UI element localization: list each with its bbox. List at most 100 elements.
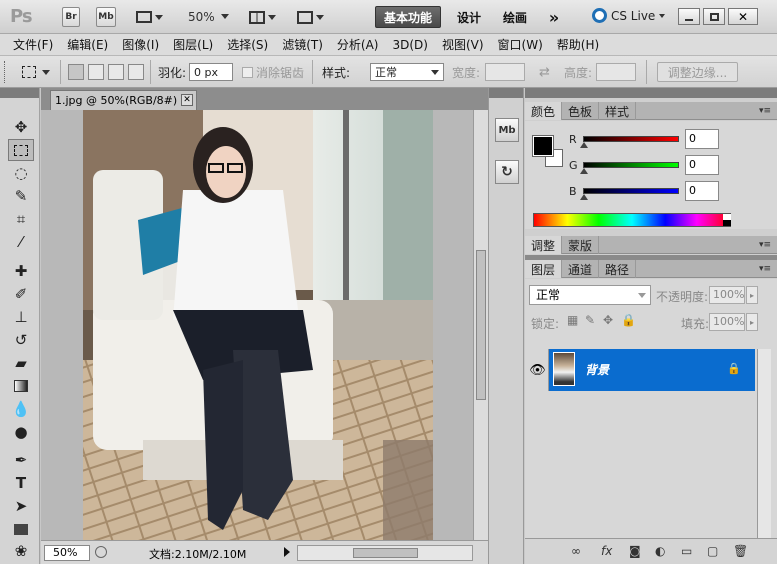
dock-header[interactable] <box>489 88 523 98</box>
tab-color[interactable]: 颜色 <box>525 102 563 120</box>
lock-transparent-icon[interactable]: ▦ <box>567 313 578 327</box>
path-selection-tool-icon[interactable]: ➤ <box>8 495 34 517</box>
antialias-checkbox[interactable]: 消除锯齿 <box>242 56 304 88</box>
clone-stamp-tool-icon[interactable]: ⊥ <box>8 306 34 328</box>
horizontal-scrollbar[interactable] <box>297 545 473 561</box>
tab-masks[interactable]: 蒙版 <box>562 236 600 254</box>
maximize-button[interactable] <box>703 8 725 25</box>
eyedropper-tool-icon[interactable]: ⁄ <box>8 231 34 253</box>
mini-bridge-panel-button[interactable]: Mb <box>495 118 519 142</box>
close-button[interactable]: ✕ <box>728 8 758 25</box>
fill-input[interactable]: 100% <box>709 313 745 331</box>
intersect-selection-icon[interactable] <box>128 64 144 80</box>
menu-filter[interactable]: 滤镜(T) <box>282 36 323 53</box>
eye-visibility-icon[interactable]: 👁 <box>527 349 549 391</box>
tab-adjustments[interactable]: 调整 <box>525 236 563 254</box>
swap-dimensions-icon[interactable]: ⇄ <box>539 56 550 88</box>
red-input[interactable]: 0 <box>685 129 719 149</box>
feather-input[interactable]: 0 px <box>189 63 233 81</box>
black-white-ramp[interactable] <box>723 213 731 227</box>
eraser-tool-icon[interactable]: ▰ <box>8 352 34 374</box>
spot-healing-tool-icon[interactable]: ✚ <box>8 260 34 282</box>
red-slider[interactable] <box>583 136 679 142</box>
subtract-from-selection-icon[interactable] <box>108 64 124 80</box>
canvas-area[interactable] <box>41 110 473 540</box>
minimize-button[interactable] <box>678 8 700 25</box>
menu-3d[interactable]: 3D(D) <box>392 38 427 52</box>
bridge-button[interactable]: Br <box>62 7 80 27</box>
workspace-essentials-button[interactable]: 基本功能 <box>375 6 441 28</box>
quick-selection-tool-icon[interactable]: ✎ <box>8 185 34 207</box>
tab-layers[interactable]: 图层 <box>525 260 563 278</box>
menu-view[interactable]: 视图(V) <box>442 36 484 53</box>
selected-layer[interactable]: 背景 🔒 <box>549 349 755 391</box>
lasso-tool-icon[interactable]: ◌ <box>8 162 34 184</box>
gradient-tool-icon[interactable] <box>8 375 34 397</box>
color-spectrum-ramp[interactable] <box>533 213 731 227</box>
menu-analysis[interactable]: 分析(A) <box>337 36 379 53</box>
history-brush-tool-icon[interactable]: ↺ <box>8 329 34 351</box>
zoom-field[interactable]: 50% <box>44 545 90 561</box>
fill-dropdown-icon[interactable]: ▸ <box>746 313 758 331</box>
tab-channels[interactable]: 通道 <box>562 260 600 278</box>
view-extras-button[interactable] <box>132 7 166 27</box>
menu-select[interactable]: 选择(S) <box>227 36 268 53</box>
panel-menu-icon[interactable]: ▾≡ <box>759 264 771 274</box>
3d-rotate-tool-icon[interactable]: ❀ <box>8 540 34 562</box>
layers-scrollbar[interactable] <box>757 349 771 561</box>
blue-slider[interactable] <box>583 188 679 194</box>
opacity-dropdown-icon[interactable]: ▸ <box>746 286 758 304</box>
cs-live-menu[interactable]: CS Live <box>592 8 666 23</box>
layer-style-icon[interactable]: fx <box>601 544 612 558</box>
lock-all-icon[interactable]: 🔒 <box>621 313 636 327</box>
workspace-design-button[interactable]: 设计 <box>452 6 486 28</box>
green-slider-handle[interactable] <box>580 168 588 174</box>
menu-image[interactable]: 图像(I) <box>122 36 159 53</box>
tab-paths[interactable]: 路径 <box>599 260 637 278</box>
blur-tool-icon[interactable]: 💧 <box>8 398 34 420</box>
height-input[interactable] <box>596 63 636 81</box>
type-tool-icon[interactable]: T <box>8 472 34 494</box>
green-slider[interactable] <box>583 162 679 168</box>
workspace-painting-button[interactable]: 绘画 <box>498 6 532 28</box>
link-layers-icon[interactable]: ∞ <box>571 544 581 558</box>
menu-window[interactable]: 窗口(W) <box>498 36 543 53</box>
panel-dock-header[interactable] <box>525 88 777 98</box>
new-selection-icon[interactable] <box>68 64 84 80</box>
tab-styles[interactable]: 样式 <box>599 102 637 120</box>
width-input[interactable] <box>485 63 525 81</box>
vertical-scrollbar[interactable] <box>473 110 488 540</box>
toolbox-header[interactable] <box>0 88 39 98</box>
dodge-tool-icon[interactable]: ● <box>8 421 34 443</box>
close-document-icon[interactable]: ✕ <box>181 94 193 106</box>
foreground-color-swatch[interactable] <box>532 135 554 157</box>
screen-mode-button[interactable] <box>292 7 328 27</box>
tab-swatches[interactable]: 色板 <box>562 102 600 120</box>
more-workspaces-button[interactable]: » <box>544 6 564 28</box>
opacity-input[interactable]: 100% <box>709 286 745 304</box>
delete-layer-icon[interactable]: 🗑 <box>733 544 748 558</box>
refine-edge-button[interactable]: 调整边缘... <box>657 62 738 82</box>
mini-bridge-button[interactable]: Mb <box>96 7 116 27</box>
scroll-thumb[interactable] <box>476 250 486 400</box>
crop-tool-icon[interactable]: ⌗ <box>8 208 34 230</box>
blue-slider-handle[interactable] <box>580 194 588 200</box>
rectangle-shape-tool-icon[interactable] <box>8 518 34 540</box>
green-input[interactable]: 0 <box>685 155 719 175</box>
rectangular-marquee-tool-icon[interactable] <box>8 139 34 161</box>
panel-menu-icon[interactable]: ▾≡ <box>759 240 771 250</box>
status-info-icon[interactable] <box>95 546 107 558</box>
document-tab[interactable]: 1.jpg @ 50%(RGB/8#) ✕ <box>50 90 197 110</box>
scroll-thumb[interactable] <box>353 548 418 558</box>
lock-image-icon[interactable]: ✎ <box>585 313 595 327</box>
adjustment-layer-icon[interactable]: ◐ <box>655 544 665 558</box>
menu-help[interactable]: 帮助(H) <box>557 36 599 53</box>
lock-position-icon[interactable]: ✥ <box>603 313 613 327</box>
brush-tool-icon[interactable]: ✐ <box>8 283 34 305</box>
menu-file[interactable]: 文件(F) <box>13 36 53 53</box>
status-menu-arrow-icon[interactable] <box>284 547 290 557</box>
zoom-level-dropdown[interactable]: 50% <box>188 10 215 24</box>
history-panel-icon[interactable]: ↻ <box>495 160 519 184</box>
new-layer-icon[interactable]: ▢ <box>707 544 718 558</box>
menu-edit[interactable]: 编辑(E) <box>67 36 108 53</box>
